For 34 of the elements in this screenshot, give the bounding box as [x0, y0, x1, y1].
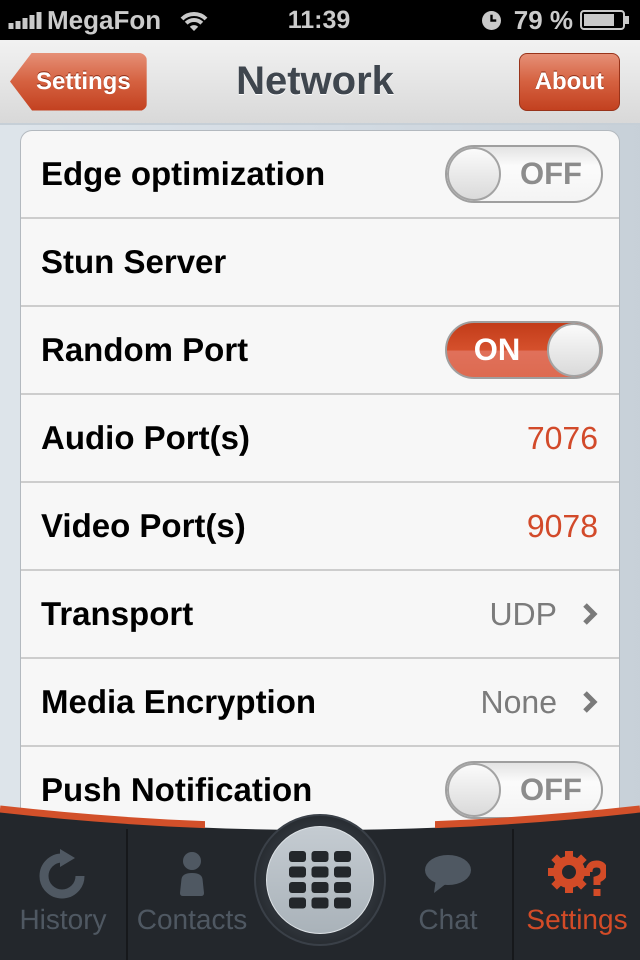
speech-bubble-icon [425, 855, 471, 893]
chevron-right-icon [582, 602, 598, 626]
toggle-switch[interactable]: ON [445, 321, 603, 379]
battery-percent: 79 % [514, 4, 573, 36]
status-time: 11:39 [288, 6, 350, 34]
row-label: Edge optimization [41, 155, 326, 193]
row-label: Stun Server [41, 243, 226, 281]
nav-button[interactable]: About [518, 52, 620, 110]
row-label: Transport [41, 595, 194, 633]
clock-icon [482, 10, 501, 30]
row-label: Audio Port(s) [41, 419, 250, 457]
nav-title: Network [236, 59, 394, 104]
row-value: 7076 [526, 420, 598, 456]
tab-button[interactable]: Settings [512, 829, 640, 960]
row-label: Video Port(s) [41, 507, 246, 545]
toggle-knob [447, 147, 501, 201]
chevron-right-icon [582, 690, 598, 714]
row-value: 9078 [526, 508, 598, 544]
toggle-switch[interactable]: OFF [445, 761, 603, 819]
gear-question-icon [548, 851, 606, 897]
keypad-icon [289, 851, 351, 909]
toggle-knob [547, 323, 601, 377]
signal-icon [8, 12, 42, 28]
row-label: Random Port [41, 331, 248, 369]
carrier-name: MegaFon [47, 4, 162, 36]
row-label: Push Notification [41, 771, 312, 809]
toggle-switch[interactable]: OFF [445, 145, 603, 203]
toggle-knob [447, 763, 501, 817]
row-label: Media Encryption [41, 683, 316, 721]
row-value: None [480, 684, 557, 720]
back-button[interactable]: Settings [10, 52, 147, 110]
person-icon [178, 852, 206, 896]
row-value: UDP [489, 596, 557, 632]
battery-icon [580, 10, 630, 30]
